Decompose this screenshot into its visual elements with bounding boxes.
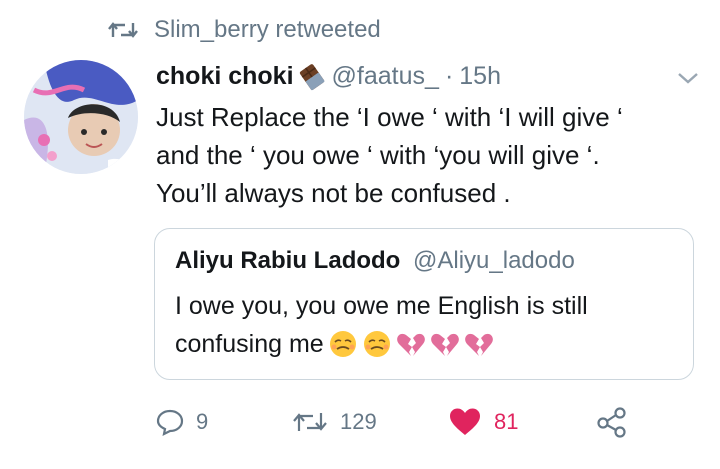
- quoted-text-line-2: confusing me: [175, 325, 675, 363]
- pleading-face-icon: [329, 331, 356, 357]
- tweet-text-line: Just Replace the ‘I owe ‘ with ‘I will g…: [156, 102, 623, 132]
- quoted-text-line: I owe you, you owe me English is still: [175, 292, 588, 320]
- share-icon: [597, 407, 626, 438]
- author-handle[interactable]: @faatus_: [332, 62, 439, 91]
- quoted-text-line-part: confusing me: [175, 330, 324, 358]
- retweet-count: 129: [340, 409, 377, 434]
- tweet-text: Just Replace the ‘I owe ‘ with ‘I will g…: [156, 98, 701, 212]
- avatar[interactable]: [24, 60, 138, 174]
- like-count: 81: [494, 409, 519, 434]
- retweet-icon: [293, 413, 327, 431]
- chevron-down-icon[interactable]: [676, 70, 700, 86]
- tweet-text-line: and the ‘ you owe ‘ with ‘you will give …: [156, 140, 600, 170]
- timestamp[interactable]: 15h: [459, 62, 501, 91]
- quoted-author-handle: @Aliyu_ladodo: [413, 247, 575, 274]
- author-name[interactable]: choki choki: [156, 62, 294, 91]
- broken-heart-icon: [430, 333, 459, 356]
- quoted-tweet-text: I owe you, you owe me English is still c…: [175, 287, 675, 363]
- chocolate-bar-icon: [299, 63, 325, 90]
- retweet-banner: Slim_berry retweeted: [108, 14, 381, 46]
- pleading-face-icon: [363, 331, 390, 357]
- broken-heart-icon: [396, 333, 425, 356]
- share-button[interactable]: [596, 402, 628, 442]
- quoted-tweet[interactable]: Aliyu Rabiu Ladodo @Aliyu_ladodo I owe y…: [154, 228, 694, 380]
- broken-heart-icon: [464, 333, 493, 356]
- heart-icon: [450, 408, 480, 435]
- avatar-image: [24, 60, 138, 174]
- retweet-button[interactable]: 129: [292, 402, 377, 442]
- quoted-author-name: Aliyu Rabiu Ladodo: [175, 247, 401, 274]
- like-button[interactable]: 81: [448, 402, 518, 442]
- separator: ·: [444, 62, 454, 90]
- tweet-actions: 9 129 81: [0, 402, 720, 442]
- tweet-text-line: You’ll always not be confused .: [156, 178, 511, 208]
- reply-icon: [156, 409, 184, 436]
- quoted-tweet-header: Aliyu Rabiu Ladodo @Aliyu_ladodo: [175, 247, 575, 275]
- reply-count: 9: [196, 409, 209, 434]
- tweet-header: choki choki @faatus_ · 15h: [156, 62, 501, 91]
- retweet-banner-text[interactable]: Slim_berry retweeted: [154, 16, 381, 44]
- reply-button[interactable]: 9: [156, 402, 208, 442]
- retweet-icon: [108, 22, 138, 38]
